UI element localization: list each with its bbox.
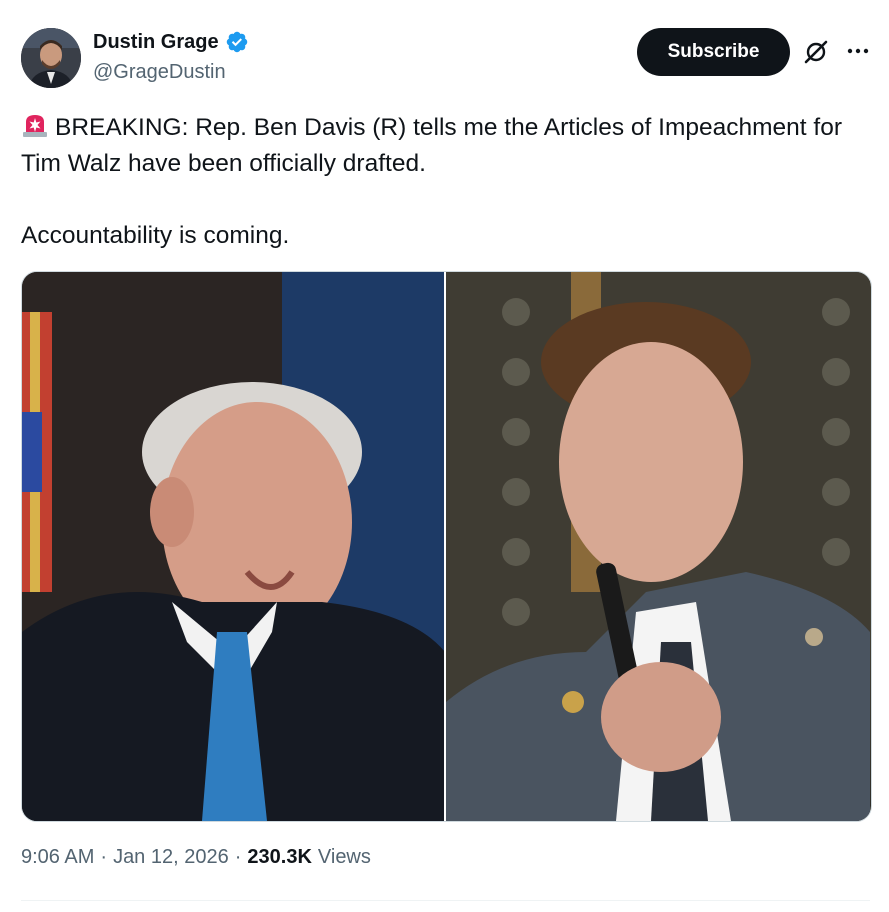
- meta-separator: ·: [100, 846, 108, 868]
- tweet-card: Dustin Grage @GrageDustin Subscribe BREA…: [0, 0, 889, 912]
- tweet-date[interactable]: Jan 12, 2026: [113, 846, 229, 869]
- tweet-media[interactable]: [21, 271, 872, 822]
- views-count[interactable]: 230.3K: [247, 846, 312, 869]
- tweet-text-line1: BREAKING: Rep. Ben Davis (R) tells me th…: [21, 110, 871, 182]
- more-options-icon[interactable]: [845, 38, 871, 64]
- views-label: Views: [317, 846, 371, 868]
- tweet-text-line2: Accountability is coming.: [21, 222, 290, 249]
- avatar-image: [21, 28, 81, 88]
- tweet-meta: 9:06 AM · Jan 12, 2026 · 230.3K Views: [21, 846, 371, 869]
- author-display-name[interactable]: Dustin Grage: [93, 31, 219, 54]
- media-photo-left[interactable]: [22, 272, 444, 821]
- meta-separator: ·: [234, 846, 242, 868]
- subscribe-button[interactable]: Subscribe: [637, 28, 790, 76]
- rotating-light-siren-icon: [21, 112, 49, 138]
- photo-left-illustration: [22, 272, 444, 821]
- grok-icon[interactable]: [802, 38, 830, 66]
- photo-right-illustration: [446, 272, 870, 821]
- media-photo-right[interactable]: [444, 272, 871, 821]
- tweet-text-line1-content: BREAKING: Rep. Ben Davis (R) tells me th…: [21, 114, 843, 177]
- divider: [21, 900, 870, 901]
- author-avatar[interactable]: [21, 28, 81, 88]
- verified-badge-icon[interactable]: [225, 30, 249, 54]
- author-name-row[interactable]: Dustin Grage: [93, 30, 249, 54]
- author-handle[interactable]: @GrageDustin: [93, 61, 226, 84]
- tweet-time[interactable]: 9:06 AM: [21, 846, 94, 869]
- tweet-text: BREAKING: Rep. Ben Davis (R) tells me th…: [21, 110, 871, 254]
